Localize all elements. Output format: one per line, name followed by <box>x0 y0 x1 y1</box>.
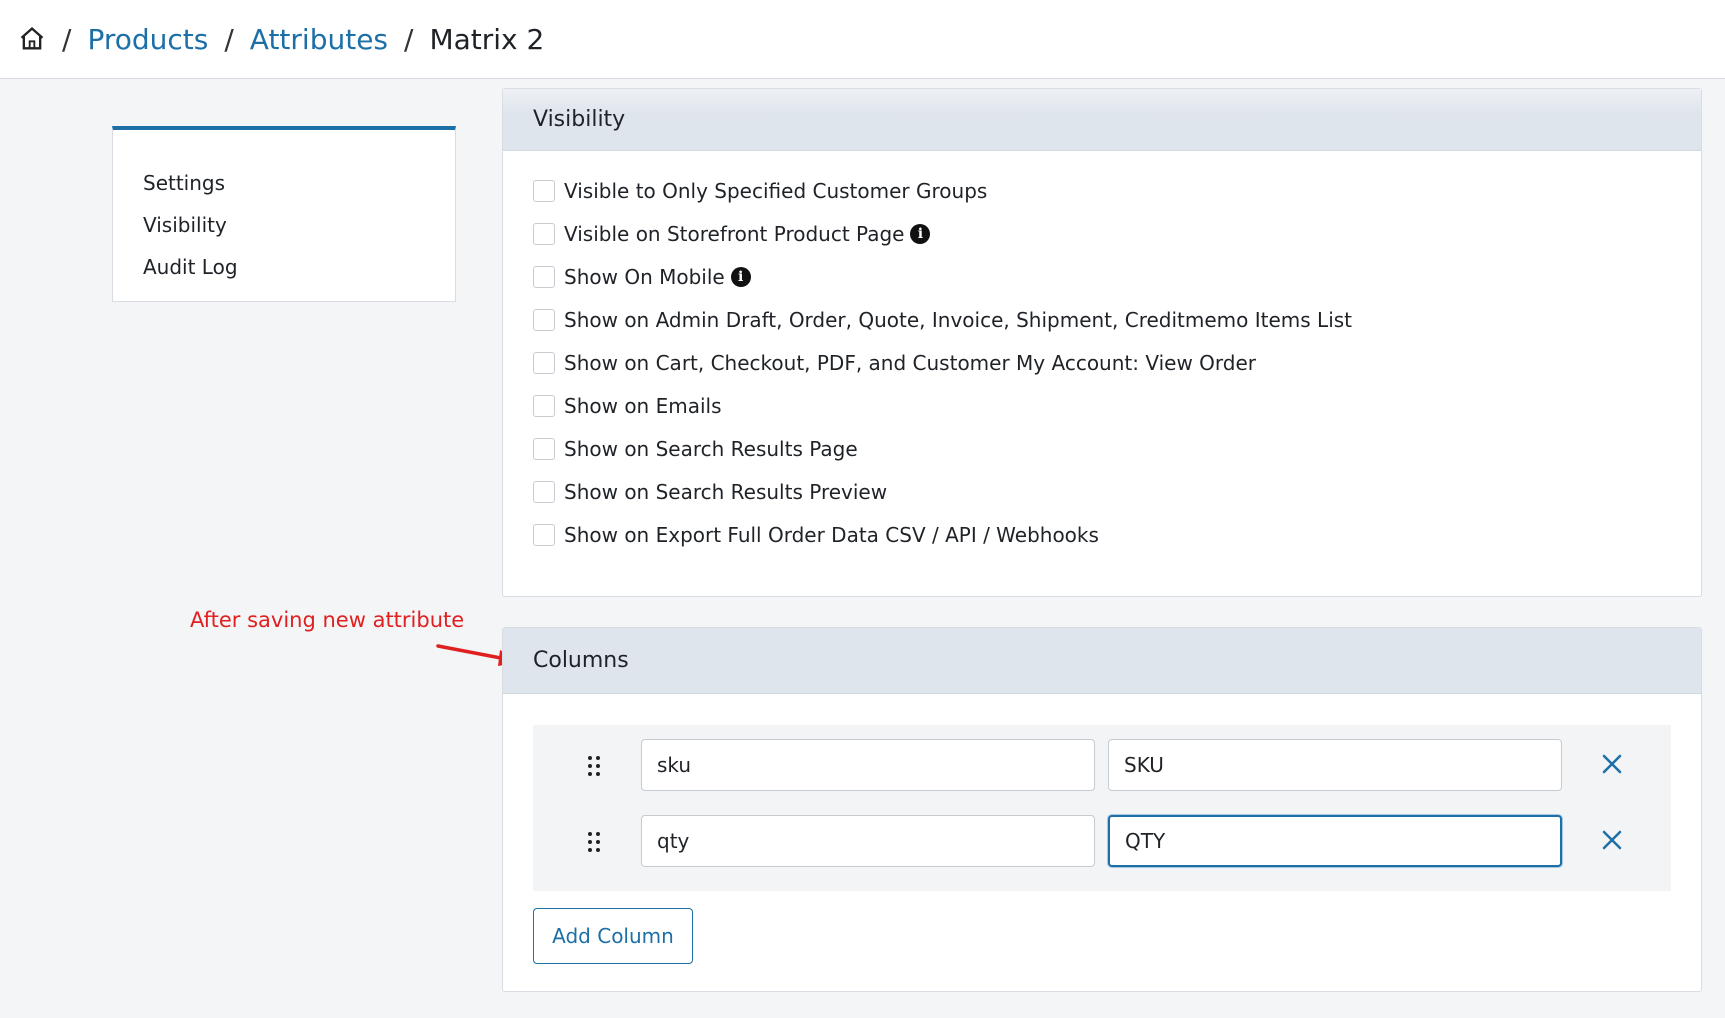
visibility-option[interactable]: Visible to Only Specified Customer Group… <box>503 169 1701 212</box>
visibility-option-label: Visible to Only Specified Customer Group… <box>564 178 988 203</box>
visibility-panel-title: Visibility <box>503 89 1701 151</box>
columns-panel-title: Columns <box>503 628 1701 694</box>
remove-column-icon[interactable] <box>1601 753 1623 775</box>
visibility-option[interactable]: Visible on Storefront Product Page i <box>503 212 1701 255</box>
visibility-option[interactable]: Show on Search Results Preview <box>503 470 1701 513</box>
top-bar: / Products / Attributes / Matrix 2 <box>0 0 1725 79</box>
visibility-option-label: Show on Emails <box>564 393 722 418</box>
drag-handle-icon[interactable] <box>588 756 602 778</box>
column-label-input[interactable] <box>1108 739 1562 791</box>
checkbox[interactable] <box>533 523 555 546</box>
checkbox[interactable] <box>533 394 555 417</box>
checkbox[interactable] <box>533 351 555 374</box>
remove-column-icon[interactable] <box>1601 829 1623 851</box>
visibility-option-label: Show on Admin Draft, Order, Quote, Invoi… <box>564 307 1353 332</box>
columns-list <box>533 725 1671 891</box>
column-key-input[interactable] <box>641 815 1095 867</box>
visibility-option[interactable]: Show On Mobile i <box>503 255 1701 298</box>
breadcrumb-current: Matrix 2 <box>429 22 545 56</box>
checkbox[interactable] <box>533 179 555 202</box>
visibility-option-label: Show on Export Full Order Data CSV / API… <box>564 522 1099 547</box>
column-row <box>533 815 1671 869</box>
visibility-option[interactable]: Show on Search Results Page <box>503 427 1701 470</box>
visibility-option-label: Visible on Storefront Product Page <box>564 221 905 246</box>
breadcrumb-attributes-link[interactable]: Attributes <box>250 23 388 56</box>
checkbox[interactable] <box>533 308 555 331</box>
visibility-option-label: Show on Search Results Preview <box>564 479 888 504</box>
sidebar-item-settings[interactable]: Settings <box>113 162 455 204</box>
visibility-option[interactable]: Show on Emails <box>503 384 1701 427</box>
sidebar-item-audit-log[interactable]: Audit Log <box>113 246 455 288</box>
checkbox[interactable] <box>533 437 555 460</box>
breadcrumb-products-link[interactable]: Products <box>87 23 208 56</box>
columns-panel: Columns Add Colu <box>502 627 1702 992</box>
visibility-option-label: Show on Cart, Checkout, PDF, and Custome… <box>564 350 1256 375</box>
column-label-input[interactable] <box>1108 815 1562 867</box>
column-key-input[interactable] <box>641 739 1095 791</box>
breadcrumb-separator: / <box>404 22 414 56</box>
drag-handle-icon[interactable] <box>588 832 602 854</box>
breadcrumb-separator: / <box>224 22 234 56</box>
side-nav: Settings Visibility Audit Log <box>112 126 456 302</box>
info-icon[interactable]: i <box>910 223 931 244</box>
breadcrumb: / Products / Attributes / Matrix 2 <box>18 23 544 56</box>
home-icon[interactable] <box>18 25 46 53</box>
breadcrumb-separator: / <box>62 22 72 56</box>
checkbox[interactable] <box>533 480 555 503</box>
annotation-text: After saving new attribute <box>190 608 465 632</box>
add-column-button[interactable]: Add Column <box>533 908 693 964</box>
visibility-option[interactable]: Show on Admin Draft, Order, Quote, Invoi… <box>503 298 1701 341</box>
visibility-option-label: Show on Search Results Page <box>564 436 858 461</box>
sidebar-item-visibility[interactable]: Visibility <box>113 204 455 246</box>
visibility-options: Visible to Only Specified Customer Group… <box>503 151 1701 556</box>
info-icon[interactable]: i <box>730 266 751 287</box>
column-row <box>533 739 1671 793</box>
visibility-option[interactable]: Show on Cart, Checkout, PDF, and Custome… <box>503 341 1701 384</box>
checkbox[interactable] <box>533 222 555 245</box>
checkbox[interactable] <box>533 265 555 288</box>
visibility-panel: Visibility Visible to Only Specified Cus… <box>502 88 1702 597</box>
visibility-option[interactable]: Show on Export Full Order Data CSV / API… <box>503 513 1701 556</box>
visibility-option-label: Show On Mobile <box>564 264 725 289</box>
